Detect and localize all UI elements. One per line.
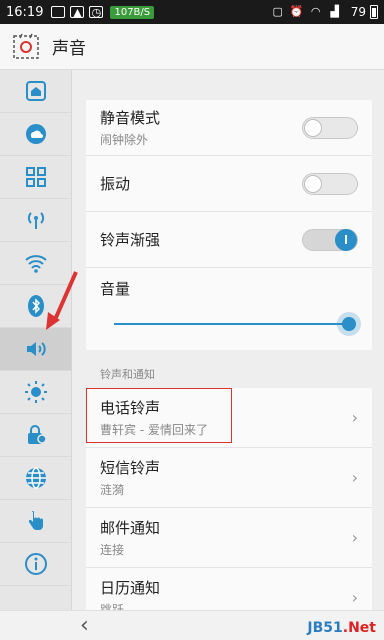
tones-card: 电话铃声 曹轩宾 - 爱情回来了 › 短信铃声 涟漪 › 邮件通知 连接 › 日… [86,388,372,628]
vibrate-title: 振动 [100,175,131,193]
volume-slider-thumb[interactable] [342,317,356,331]
vibrate-row[interactable]: 振动 [86,156,372,212]
vibrate-toggle[interactable] [302,172,358,195]
calendar-tone-title: 日历通知 [100,579,161,597]
sidebar-item-about[interactable] [0,543,71,586]
wifi-icon: ◠ [310,5,321,18]
annotation-arrow [46,271,78,330]
apps-grid-icon [25,167,46,187]
signal-icon: ▟ [330,5,339,18]
hotspot-icon [27,212,44,229]
volume-row: 音量 [86,268,372,350]
fade-in-toggle[interactable] [302,228,358,251]
silent-mode-title: 静音模式 [100,109,161,127]
hand-icon [28,511,43,530]
chevron-right-icon: › [351,408,358,427]
fade-in-title: 铃声渐强 [100,231,161,249]
status-time: 16:19 [6,4,44,20]
network-speed: 107B/S [110,5,155,19]
chevron-right-icon: › [351,528,358,547]
bottom-nav-bar: ‹ JB51.Net [0,610,384,640]
ringtone-row[interactable]: 电话铃声 曹轩宾 - 爱情回来了 › [86,388,372,448]
chevron-right-icon: › [351,468,358,487]
silent-mode-toggle[interactable] [302,116,358,139]
email-tone-row[interactable]: 邮件通知 连接 › [86,508,372,568]
sim-icon [51,6,66,18]
highlight-box [86,388,232,443]
sidebar-item-security[interactable] [0,414,71,457]
info-icon [24,553,47,575]
volume-title: 音量 [100,280,131,298]
email-tone-subtitle: 连接 [100,543,125,557]
sms-tone-title: 短信铃声 [100,459,161,477]
cloud-icon [25,124,46,144]
home-icon [25,81,46,101]
fade-in-row[interactable]: 铃声渐强 [86,212,372,268]
sidebar-item-cloud[interactable] [0,113,71,156]
back-button[interactable]: ‹ [80,613,89,638]
battery-level: 79 [350,5,366,19]
sound-settings-card: 静音模式 闹钟除外 振动 铃声渐强 音量 [86,100,372,350]
speaker-icon [26,342,46,356]
sidebar-item-apps[interactable] [0,156,71,199]
settings-content: 静音模式 闹钟除外 振动 铃声渐强 音量 铃声和通知 电话铃声 曹轩宾 - 爱情… [86,70,372,628]
sidebar-item-hotspot[interactable] [0,199,71,242]
status-bar: 16:19 ▲ ◷ 107B/S ▢ ⏰ ◠ ▟ 79 [0,0,384,24]
chevron-right-icon: › [351,588,358,607]
globe-icon [25,467,46,489]
sidebar-item-gestures[interactable] [0,500,71,543]
image-icon: ▲ [70,6,85,19]
email-tone-title: 邮件通知 [100,519,161,537]
battery-icon [370,5,378,19]
sidebar-item-language[interactable] [0,457,71,500]
silent-mode-row[interactable]: 静音模式 闹钟除外 [86,100,372,156]
sms-tone-row[interactable]: 短信铃声 涟漪 › [86,448,372,508]
volume-slider[interactable] [114,317,356,331]
brightness-icon [24,381,47,403]
app-header: 声音 [0,24,384,70]
sms-tone-subtitle: 涟漪 [100,483,125,497]
alarm-icon: ⏰ [289,5,304,18]
sidebar-item-home[interactable] [0,70,71,113]
page-title: 声音 [52,39,86,59]
watermark: JB51.Net [307,620,376,636]
sidebar [0,70,72,610]
sidebar-item-display[interactable] [0,371,71,414]
section-header: 铃声和通知 [100,368,155,381]
silent-icon: ▢ [272,5,283,18]
lock-icon [27,425,47,444]
settings-app-icon[interactable] [8,30,44,64]
clock-app-icon: ◷ [89,6,104,19]
silent-mode-subtitle: 闹钟除外 [100,133,149,147]
